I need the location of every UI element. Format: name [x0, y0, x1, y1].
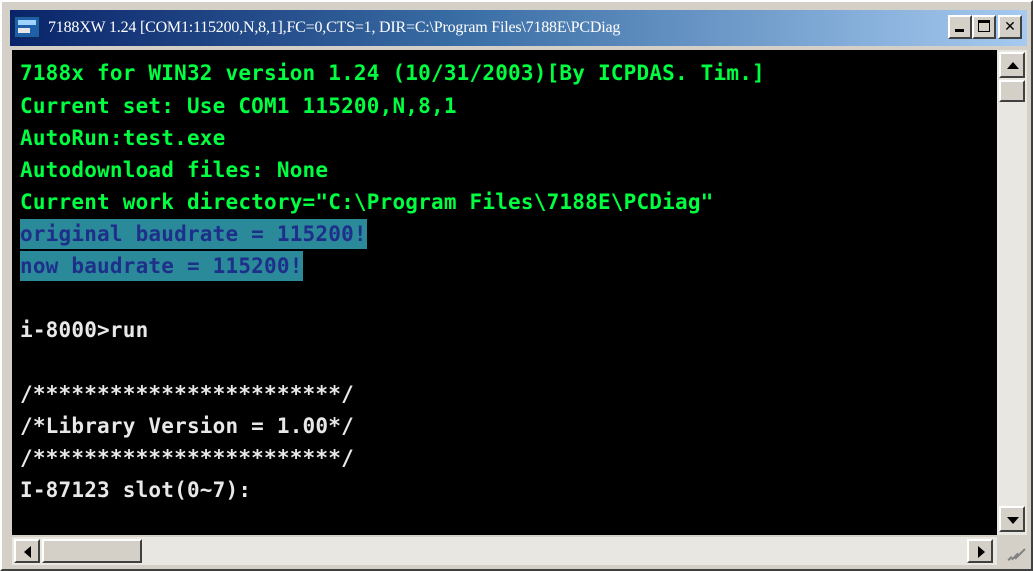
console-line: /************************/	[20, 382, 354, 406]
console-line: AutoRun:test.exe	[20, 126, 226, 150]
app-icon[interactable]	[14, 16, 40, 38]
horizontal-scroll-thumb[interactable]	[42, 539, 142, 563]
console-line: i-8000>run	[20, 318, 149, 342]
console-line-selected: original baudrate = 115200!	[20, 219, 367, 249]
app-window: 7188XW 1.24 [COM1:115200,N,8,1],FC=0,CTS…	[0, 0, 1033, 571]
scroll-left-arrow-icon	[24, 546, 31, 558]
console-line: Current set: Use COM1 115200,N,8,1	[20, 94, 457, 118]
scroll-up-arrow-icon	[1007, 62, 1019, 69]
close-icon: ✕	[1004, 19, 1016, 35]
scroll-right-arrow-icon	[978, 546, 985, 558]
horizontal-scrollbar[interactable]	[12, 537, 997, 565]
scroll-up-button[interactable]	[999, 52, 1025, 78]
vertical-scrollbar[interactable]	[997, 50, 1027, 535]
close-button[interactable]: ✕	[998, 15, 1022, 39]
minimize-button[interactable]	[948, 15, 972, 39]
console-line: /************************/	[20, 446, 354, 470]
scroll-down-arrow-icon	[1007, 517, 1019, 524]
console-line-selected: now baudrate = 115200!	[20, 251, 303, 281]
scroll-down-button[interactable]	[999, 506, 1025, 532]
console-output[interactable]: 7188x for WIN32 version 1.24 (10/31/2003…	[12, 50, 997, 535]
maximize-button[interactable]	[972, 15, 996, 39]
resize-grip-icon[interactable]	[997, 537, 1027, 565]
title-bar[interactable]: 7188XW 1.24 [COM1:115200,N,8,1],FC=0,CTS…	[10, 10, 1027, 46]
window-title: 7188XW 1.24 [COM1:115200,N,8,1],FC=0,CTS…	[48, 19, 621, 36]
console-line: Current work directory="C:\Program Files…	[20, 190, 714, 214]
scroll-left-button[interactable]	[14, 539, 40, 563]
console-line: /*Library Version = 1.00*/	[20, 414, 354, 438]
console-line: 7188x for WIN32 version 1.24 (10/31/2003…	[20, 61, 765, 85]
console-line: Autodownload files: None	[20, 158, 329, 182]
maximize-icon	[978, 20, 990, 32]
minimize-icon	[955, 29, 964, 32]
scroll-right-button[interactable]	[967, 539, 993, 563]
console-line: I-87123 slot(0~7):	[20, 478, 252, 502]
vertical-scroll-thumb[interactable]	[999, 80, 1025, 102]
